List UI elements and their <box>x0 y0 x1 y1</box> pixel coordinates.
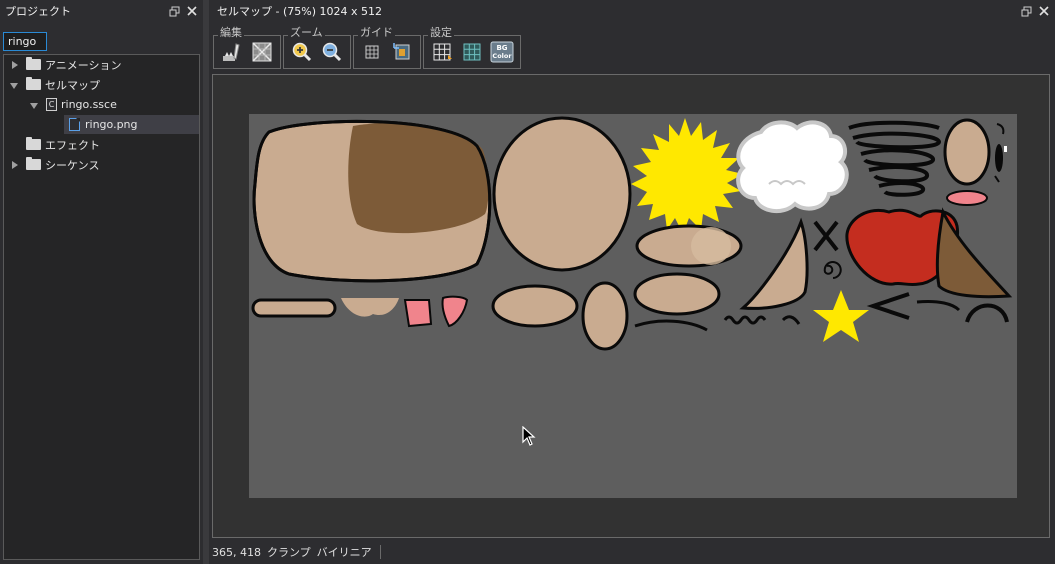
tree-item-label: シーケンス <box>45 158 100 172</box>
sprite-tongue-1 <box>403 299 433 328</box>
toolbar-group-zoom: ズーム <box>283 27 351 69</box>
project-panel-header: プロジェクト <box>0 0 203 22</box>
cellmap-toolbar: 編集 ズーム ガイド 設定 BG Color <box>213 27 523 71</box>
folder-icon <box>26 57 41 70</box>
project-panel-title: プロジェクト <box>5 5 71 18</box>
sprite-swirl <box>823 261 842 279</box>
zoom-out-button[interactable] <box>317 38 347 66</box>
bg-color-button[interactable]: BG Color <box>487 38 517 66</box>
sprite-star <box>813 290 869 342</box>
folder-icon <box>26 77 41 90</box>
toolbar-group-settings: 設定 BG Color <box>423 27 521 69</box>
sprite-tongue-2 <box>441 295 469 328</box>
cellmap-canvas[interactable] <box>212 74 1050 538</box>
tree-item-label: セルマップ <box>45 78 100 92</box>
bg-color-label-bottom: Color <box>492 52 512 60</box>
bg-color-icon: BG Color <box>490 41 514 63</box>
tree-item-ringo-png[interactable]: ringo.png <box>64 115 199 134</box>
float-icon[interactable] <box>167 4 181 18</box>
grid-settings-icon <box>433 43 452 61</box>
sprite-cloud <box>736 120 849 214</box>
collapse-arrow-icon[interactable] <box>30 100 40 110</box>
zoom-out-icon <box>322 42 342 62</box>
sprite-x-mark <box>813 220 839 252</box>
tree-item-label: アニメーション <box>45 58 122 72</box>
toolbar-group-label: 編集 <box>218 26 244 39</box>
grid-guide-button[interactable] <box>357 38 387 66</box>
sprite-squiggle <box>723 315 801 325</box>
cellmap-panel: セルマップ - (75%) 1024 x 512 編集 ズーム ガイド 設定 B… <box>209 0 1055 564</box>
sprite-mouth-curve <box>634 319 708 332</box>
sprite-small-head <box>943 118 991 186</box>
expand-arrow-icon[interactable] <box>10 160 20 170</box>
sprite-eyes <box>994 123 1007 183</box>
sprite-face <box>492 116 632 272</box>
sprite-pink-mouth <box>946 190 988 206</box>
mouse-cursor-icon <box>522 426 536 446</box>
close-icon[interactable] <box>185 4 199 18</box>
tree-item-label: ringo.png <box>85 118 138 131</box>
tree-item-label: ringo.ssce <box>61 98 117 111</box>
cellmap-panel-header: セルマップ - (75%) 1024 x 512 <box>209 0 1055 22</box>
sprite-vertical-egg <box>581 281 629 351</box>
zoom-in-button[interactable] <box>287 38 317 66</box>
bg-color-label-top: BG <box>496 44 507 52</box>
edit-cell-button[interactable] <box>217 38 247 66</box>
toolbar-group-label: ガイド <box>358 26 395 39</box>
toolbar-group-label: ズーム <box>288 26 325 39</box>
sprite-brow-line <box>916 300 961 312</box>
sprite-chin <box>341 298 399 317</box>
sprite-head-hair <box>252 119 492 283</box>
pencil-icon <box>223 43 240 61</box>
sprite-burst <box>631 118 743 234</box>
sprite-hand <box>633 272 721 316</box>
sprite-ear-hair <box>935 207 1013 299</box>
status-divider <box>379 545 381 559</box>
cellmap-panel-title: セルマップ - (75%) 1024 x 512 <box>217 5 382 18</box>
tree-item-label: エフェクト <box>45 138 100 152</box>
grid-icon <box>365 45 379 59</box>
close-icon[interactable] <box>1037 4 1051 18</box>
cellmap-status-bar: 365, 418 クランプ バイリニア <box>212 542 387 562</box>
cellmap-file-icon: C <box>46 98 57 111</box>
app-window: プロジェクト ringo アニメーション セルマップ C ringo.ssce … <box>0 0 1055 564</box>
collapse-arrow-icon[interactable] <box>10 80 20 90</box>
tree-item-ringo-ssce[interactable]: C ringo.ssce <box>30 95 117 114</box>
tree-item-animation[interactable]: アニメーション <box>10 55 122 74</box>
grid-select-icon <box>252 42 272 62</box>
cursor-coordinates: 365, 418 <box>212 545 261 559</box>
grid-settings-button[interactable] <box>427 38 457 66</box>
project-tree: アニメーション セルマップ C ringo.ssce ringo.png エフェ… <box>3 54 200 560</box>
sprite-bracket <box>866 292 910 320</box>
tree-item-sequence[interactable]: シーケンス <box>10 155 99 174</box>
folder-icon <box>26 157 41 170</box>
tree-item-cellmap[interactable]: セルマップ <box>10 75 100 94</box>
sprite-arm <box>635 224 743 268</box>
tree-item-effect[interactable]: エフェクト <box>26 135 100 154</box>
toolbar-group-label: 設定 <box>428 26 454 39</box>
cell-guide-button[interactable] <box>387 38 417 66</box>
sprite-bar <box>251 298 337 318</box>
expand-arrow-icon[interactable] <box>10 60 20 70</box>
wrap-mode-label[interactable]: クランプ <box>267 544 311 560</box>
float-icon[interactable] <box>1019 4 1033 18</box>
folder-icon <box>26 137 41 150</box>
zoom-in-icon <box>292 42 312 62</box>
toolbar-group-edit: 編集 <box>213 27 281 69</box>
texture-image <box>249 114 1017 498</box>
sprite-arc <box>965 303 1009 323</box>
sprite-ear-skin <box>739 217 809 310</box>
project-panel: プロジェクト ringo アニメーション セルマップ C ringo.ssce … <box>0 0 203 564</box>
image-file-icon <box>69 118 80 131</box>
toolbar-group-guide: ガイド <box>353 27 421 69</box>
cell-guide-icon <box>393 43 410 60</box>
sprite-half-egg <box>491 284 579 328</box>
search-input[interactable]: ringo <box>3 32 47 51</box>
filter-mode-label[interactable]: バイリニア <box>317 544 372 560</box>
grid-color-icon <box>463 43 481 61</box>
sprite-coil <box>848 120 942 197</box>
auto-slice-button[interactable] <box>247 38 277 66</box>
grid-color-button[interactable] <box>457 38 487 66</box>
